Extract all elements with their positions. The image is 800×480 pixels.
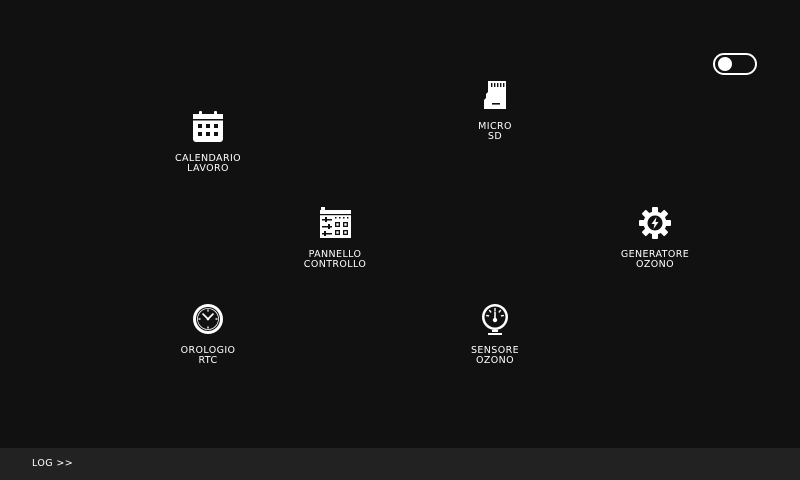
tile-label: SENSORE OZONO: [471, 346, 519, 366]
gear-bolt-icon: [638, 206, 672, 240]
mode-toggle[interactable]: [713, 53, 757, 75]
footer-bar: LOG >>: [0, 448, 800, 480]
toggle-knob: [718, 57, 732, 71]
control-panel-icon: [318, 206, 352, 240]
tile-label: CALENDARIO LAVORO: [175, 154, 241, 174]
calendar-icon: [191, 110, 225, 144]
tile-label-line2: CONTROLLO: [303, 259, 367, 270]
tile-label-line2: RTC: [198, 355, 218, 366]
tile-sensore-ozono[interactable]: SENSORE OZONO: [445, 302, 545, 366]
tile-label-line2: OZONO: [635, 259, 675, 270]
tile-calendario-lavoro[interactable]: CALENDARIO LAVORO: [158, 110, 258, 174]
tile-label: PANNELLO CONTROLLO: [304, 250, 366, 270]
log-link[interactable]: LOG >>: [32, 458, 73, 469]
tile-label: GENERATORE OZONO: [621, 250, 689, 270]
tile-pannello-controllo[interactable]: PANNELLO CONTROLLO: [285, 206, 385, 270]
tile-label: MICRO SD: [478, 122, 512, 142]
tile-label: OROLOGIO RTC: [181, 346, 236, 366]
tile-orologio-rtc[interactable]: OROLOGIO RTC: [158, 302, 258, 366]
tile-label-line2: SD: [487, 131, 503, 142]
tile-label-line2: OZONO: [475, 355, 515, 366]
main-screen: CALENDARIO LAVORO MICRO SD PANNELLO CONT…: [0, 0, 800, 480]
sd-card-icon: [478, 78, 512, 112]
clock-icon: [191, 302, 225, 336]
tile-label-line2: LAVORO: [187, 163, 229, 174]
tile-micro-sd[interactable]: MICRO SD: [445, 78, 545, 142]
tile-generatore-ozono[interactable]: GENERATORE OZONO: [605, 206, 705, 270]
gauge-sensor-icon: [478, 302, 512, 336]
